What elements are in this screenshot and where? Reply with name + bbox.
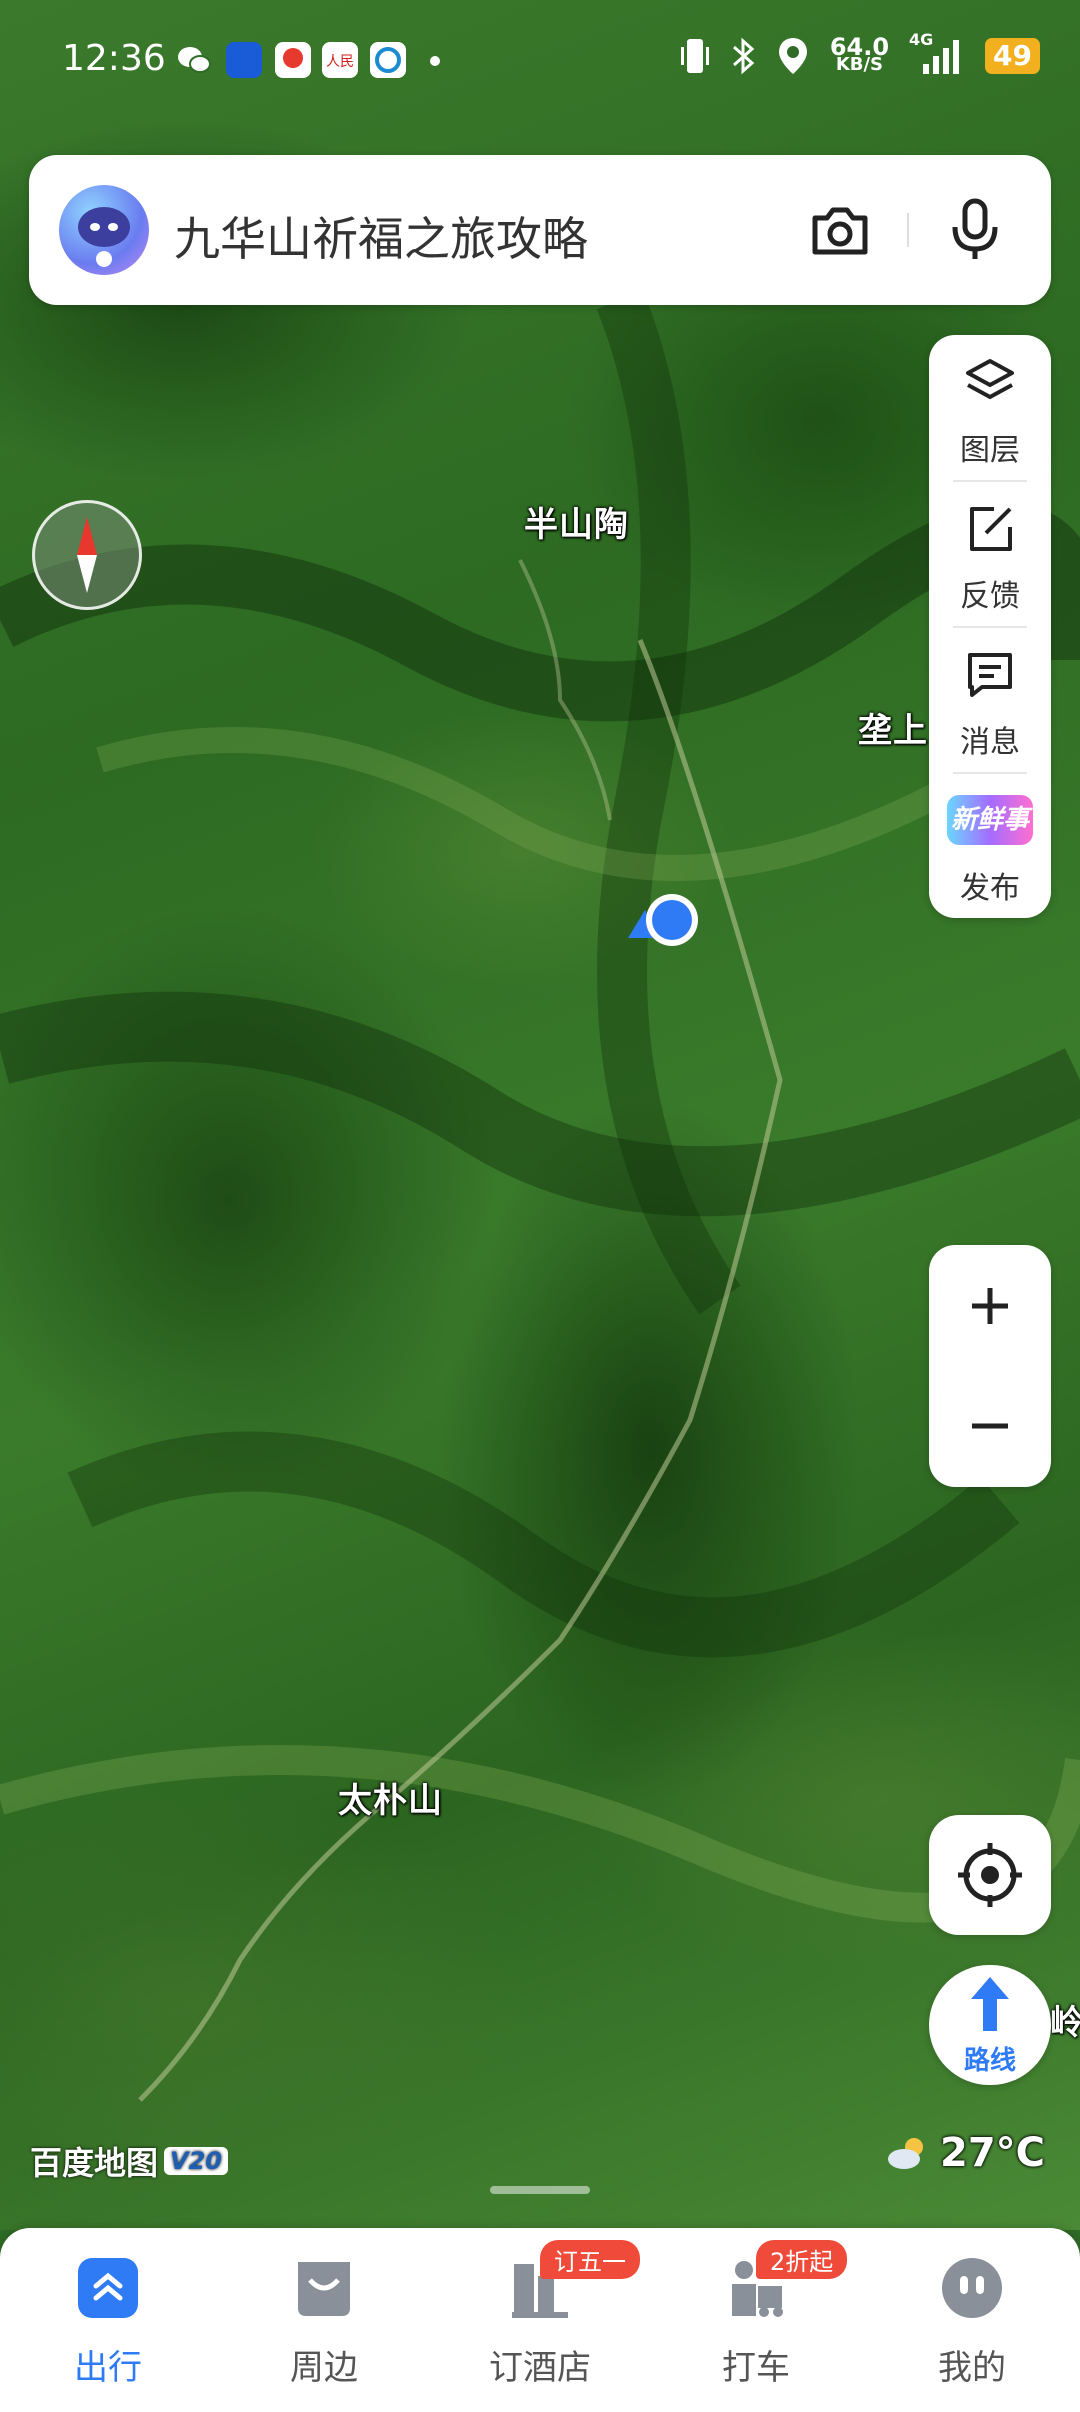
map-terrain [0, 290, 1080, 2102]
status-bar: 12:36 人民 64.0 KB/S 4G 49 [0, 0, 1080, 120]
nav-travel[interactable]: 出行 [0, 2228, 216, 2412]
search-bar[interactable]: 九华山祈福之旅攻略 [29, 155, 1051, 305]
compass-button[interactable] [32, 500, 142, 610]
zoom-controls [929, 1245, 1051, 1487]
search-divider [907, 213, 909, 247]
map-label-taipushan[interactable]: 太朴山 [338, 1773, 443, 1822]
camera-icon[interactable] [809, 200, 871, 260]
bottom-nav: 出行 周边 订酒店 订五一 打车 2折起 我的 [0, 2228, 1080, 2412]
vibrate-icon [680, 39, 709, 73]
hotel-promo-badge: 订五一 [540, 2240, 640, 2279]
map-label-edge: 岭 [1050, 2003, 1080, 2043]
map-label-banshantao[interactable]: 半山陶 [524, 497, 629, 546]
profile-icon [942, 2258, 1002, 2318]
map-label-kengshang[interactable]: 垄上 [858, 703, 928, 752]
feedback-icon [970, 507, 1012, 551]
svg-text:人民: 人民 [326, 54, 354, 70]
mobile-app-icon [370, 42, 406, 78]
satellite-map[interactable]: 半山陶 垄上 太朴山 岭 [0, 0, 1080, 2230]
messages-button[interactable]: 消息 [929, 627, 1051, 772]
ai-assistant-avatar[interactable] [59, 185, 149, 275]
battery-indicator: 49 [985, 38, 1040, 74]
weather-widget[interactable]: 27°C [884, 2130, 1045, 2176]
zoom-out-button[interactable] [929, 1366, 1051, 1487]
microphone-icon[interactable] [949, 197, 1001, 263]
message-icon [968, 653, 1012, 697]
plus-icon [972, 1288, 1008, 1324]
layers-icon [966, 359, 1014, 399]
minus-icon [972, 1423, 1008, 1429]
drawer-handle[interactable] [490, 2186, 590, 2194]
location-pin-icon [778, 38, 807, 74]
map-tools-panel: 图层 反馈 消息 新鲜事 发布 [929, 335, 1051, 918]
more-notifications-dot [430, 56, 440, 66]
nearby-icon [298, 2262, 350, 2316]
app-notification-icon [226, 42, 262, 78]
nav-profile[interactable]: 我的 [864, 2228, 1080, 2412]
net-speed: 64.0 KB/S [829, 33, 890, 75]
taxi-promo-badge: 2折起 [756, 2240, 848, 2279]
news-app-icon: 人民 [322, 42, 358, 78]
nav-hotel[interactable]: 订酒店 订五一 [432, 2228, 648, 2412]
locate-me-button[interactable] [929, 1815, 1051, 1935]
layers-button[interactable]: 图层 [929, 335, 1051, 480]
publish-button[interactable]: 新鲜事 发布 [929, 773, 1051, 918]
crosshair-icon [958, 1843, 1022, 1907]
nav-taxi[interactable]: 打车 2折起 [648, 2228, 864, 2412]
route-button[interactable]: 路线 [929, 1965, 1051, 2085]
baidu-map-logo: 百度地图 V20 [30, 2138, 228, 2184]
zoom-in-button[interactable] [929, 1245, 1051, 1366]
news-icon: 新鲜事 [947, 795, 1033, 845]
feedback-button[interactable]: 反馈 [929, 481, 1051, 626]
nav-nearby[interactable]: 周边 [216, 2228, 432, 2412]
wechat-icon [176, 42, 212, 78]
status-time: 12:36 [62, 38, 166, 79]
travel-icon [78, 2258, 138, 2318]
route-arrow-icon [971, 1977, 1009, 2031]
bluetooth-icon [732, 37, 755, 75]
app-notification-icon [275, 42, 311, 78]
partly-cloudy-icon [888, 2138, 923, 2169]
signal-icon: 4G [909, 30, 965, 76]
search-input[interactable]: 九华山祈福之旅攻略 [174, 203, 588, 269]
compass-icon [77, 517, 97, 593]
